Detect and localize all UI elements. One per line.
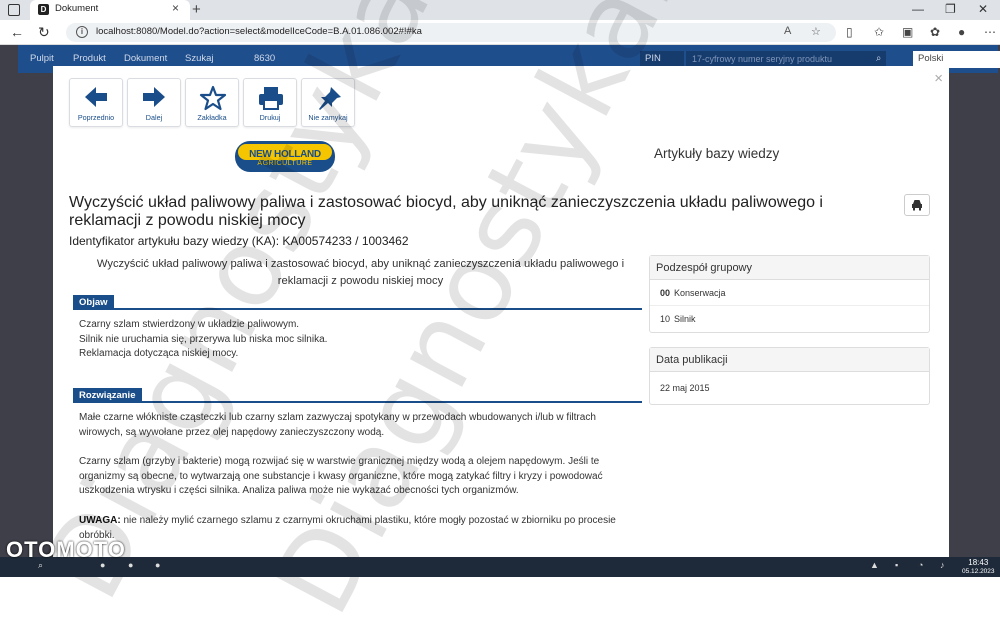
pin-icon xyxy=(319,87,341,110)
nav-pulpit[interactable]: Pulpit xyxy=(30,53,54,64)
logo-subtext: AGRICULTURE xyxy=(257,160,313,167)
maximize-icon[interactable]: ❐ xyxy=(945,2,956,16)
solution-section-header: Rozwiązanie xyxy=(73,388,642,403)
menu-icon[interactable]: ⋯ xyxy=(984,25,996,39)
note-label: UWAGA: xyxy=(79,515,121,526)
new-holland-logo: NEW HOLLAND AGRICULTURE xyxy=(235,141,335,172)
browser-tab-bar: D Dokument × + — ❐ ✕ xyxy=(0,0,1000,20)
serial-number: 8630 xyxy=(254,53,276,64)
split-screen-icon[interactable]: ▯ xyxy=(846,25,853,39)
nav-produkt[interactable]: Produkt xyxy=(73,53,106,64)
back-icon[interactable]: ← xyxy=(10,24,24,40)
vehicle-button[interactable] xyxy=(904,194,930,216)
wifi-icon[interactable]: ◔ xyxy=(918,560,923,570)
publication-heading: Data publikacji xyxy=(650,348,929,372)
subgroup-heading: Podzespół grupowy xyxy=(650,256,929,280)
bookmark-label: Zakładka xyxy=(197,113,227,122)
article-subtitle: Wyczyścić układ paliwowy paliwa i zastos… xyxy=(96,258,625,287)
subgroup-label: Silnik xyxy=(674,314,696,324)
document-icon: D xyxy=(38,4,49,15)
article-title: Wyczyścić układ paliwowy paliwa i zastos… xyxy=(69,194,823,229)
note-text: nie należy mylić czarnego szlamu z czarn… xyxy=(79,515,616,541)
vehicle-icon xyxy=(912,200,922,211)
previous-label: Poprzednio xyxy=(77,113,115,122)
next-label: Dalej xyxy=(145,113,163,122)
tab-close-button[interactable]: × xyxy=(172,1,179,15)
tray-icon[interactable]: ▲ xyxy=(870,560,879,570)
taskbar-app-icon[interactable]: ● xyxy=(155,560,160,570)
symptom-line: Czarny szlam stwierdzony w układzie pali… xyxy=(79,319,300,330)
taskbar: ⌕ ● ● ● ▲ ▪ ◔ ♪ 18:43 05.12.2023 xyxy=(0,557,1000,577)
next-button[interactable]: Dalej xyxy=(127,78,181,127)
clock-time: 18:43 xyxy=(968,558,989,567)
nav-dokument[interactable]: Dokument xyxy=(124,53,167,64)
volume-icon[interactable]: ♪ xyxy=(940,560,945,570)
ka-identifier: Identyfikator artykułu bazy wiedzy (KA):… xyxy=(69,234,409,248)
profile-icon[interactable]: ● xyxy=(958,25,965,39)
otomoto-logo: OTOMOTO xyxy=(6,537,126,562)
info-icon[interactable]: i xyxy=(76,26,88,38)
search-icon[interactable]: ⌕ xyxy=(876,53,881,64)
symptom-heading: Objaw xyxy=(73,295,114,310)
nav-szukaj[interactable]: Szukaj xyxy=(185,53,214,64)
taskbar-app-icon[interactable]: ● xyxy=(128,560,133,570)
new-tab-button[interactable]: + xyxy=(192,0,201,20)
tab-actions-icon[interactable] xyxy=(8,4,20,16)
extensions-icon[interactable]: ✿ xyxy=(930,25,940,39)
solution-note: UWAGA: nie należy mylić czarnego szlamu … xyxy=(79,514,639,543)
subgroup-panel: Podzespół grupowy 00 Konserwacja 10 Silnik xyxy=(649,255,930,333)
bookmark-button[interactable]: Zakładka xyxy=(185,78,239,127)
kb-header: Artykuły bazy wiedzy xyxy=(654,146,780,161)
close-window-icon[interactable]: ✕ xyxy=(978,2,988,16)
subgroup-row[interactable]: 00 Konserwacja xyxy=(650,280,929,306)
collections-icon[interactable]: ▣ xyxy=(902,25,913,39)
keep-open-label: Nie zamykaj xyxy=(308,113,348,122)
modal-close-button[interactable]: × xyxy=(934,70,943,87)
solution-heading: Rozwiązanie xyxy=(73,388,142,403)
browser-tab[interactable]: D Dokument × xyxy=(30,0,190,20)
publication-date: 22 maj 2015 xyxy=(660,383,710,393)
address-bar[interactable]: i localhost:8080/Model.do?action=select&… xyxy=(66,23,836,42)
solution-paragraph-2: Czarny szlam (grzyby i bakterie) mogą ro… xyxy=(79,456,603,497)
publication-panel: Data publikacji 22 maj 2015 xyxy=(649,347,930,405)
subgroup-code: 10 xyxy=(660,314,671,324)
tab-title: Dokument xyxy=(55,3,99,14)
symptom-text: Czarny szlam stwierdzony w układzie pali… xyxy=(79,318,639,362)
print-label: Drukuj xyxy=(259,113,281,122)
url-text[interactable]: localhost:8080/Model.do?action=select&mo… xyxy=(96,26,422,37)
tray-icon[interactable]: ▪ xyxy=(895,560,898,570)
document-modal: × Poprzednio Dalej Zakładka Drukuj Nie z… xyxy=(53,66,949,557)
arrow-right-icon xyxy=(143,87,165,107)
print-button[interactable]: Drukuj xyxy=(243,78,297,127)
previous-button[interactable]: Poprzednio xyxy=(69,78,123,127)
logo-text: NEW HOLLAND xyxy=(249,149,321,160)
subgroup-label: Konserwacja xyxy=(674,288,726,298)
subgroup-code: 00 xyxy=(660,288,671,298)
symptom-section-header: Objaw xyxy=(73,295,642,310)
clock[interactable]: 18:43 05.12.2023 xyxy=(962,558,995,576)
subgroup-row[interactable]: 10 Silnik xyxy=(650,306,929,332)
clock-date: 05.12.2023 xyxy=(962,568,995,575)
solution-paragraph-1: Małe czarne włókniste cząsteczki lub cza… xyxy=(79,412,596,438)
read-aloud-icon[interactable]: A xyxy=(784,25,791,37)
minimize-icon[interactable]: — xyxy=(912,2,924,16)
printer-icon xyxy=(259,87,283,110)
favorites-icon[interactable]: ✩ xyxy=(874,25,884,39)
keep-open-button[interactable]: Nie zamykaj xyxy=(301,78,355,127)
symptom-line: Reklamacja dotycząca niskiej mocy. xyxy=(79,348,239,360)
symptom-line: Silnik nie uruchamia się, przerywa lub n… xyxy=(79,333,328,345)
favorite-star-icon[interactable]: ☆ xyxy=(811,25,821,38)
star-icon xyxy=(199,85,227,111)
arrow-left-icon xyxy=(85,87,107,107)
reload-icon[interactable]: ↻ xyxy=(38,24,50,41)
